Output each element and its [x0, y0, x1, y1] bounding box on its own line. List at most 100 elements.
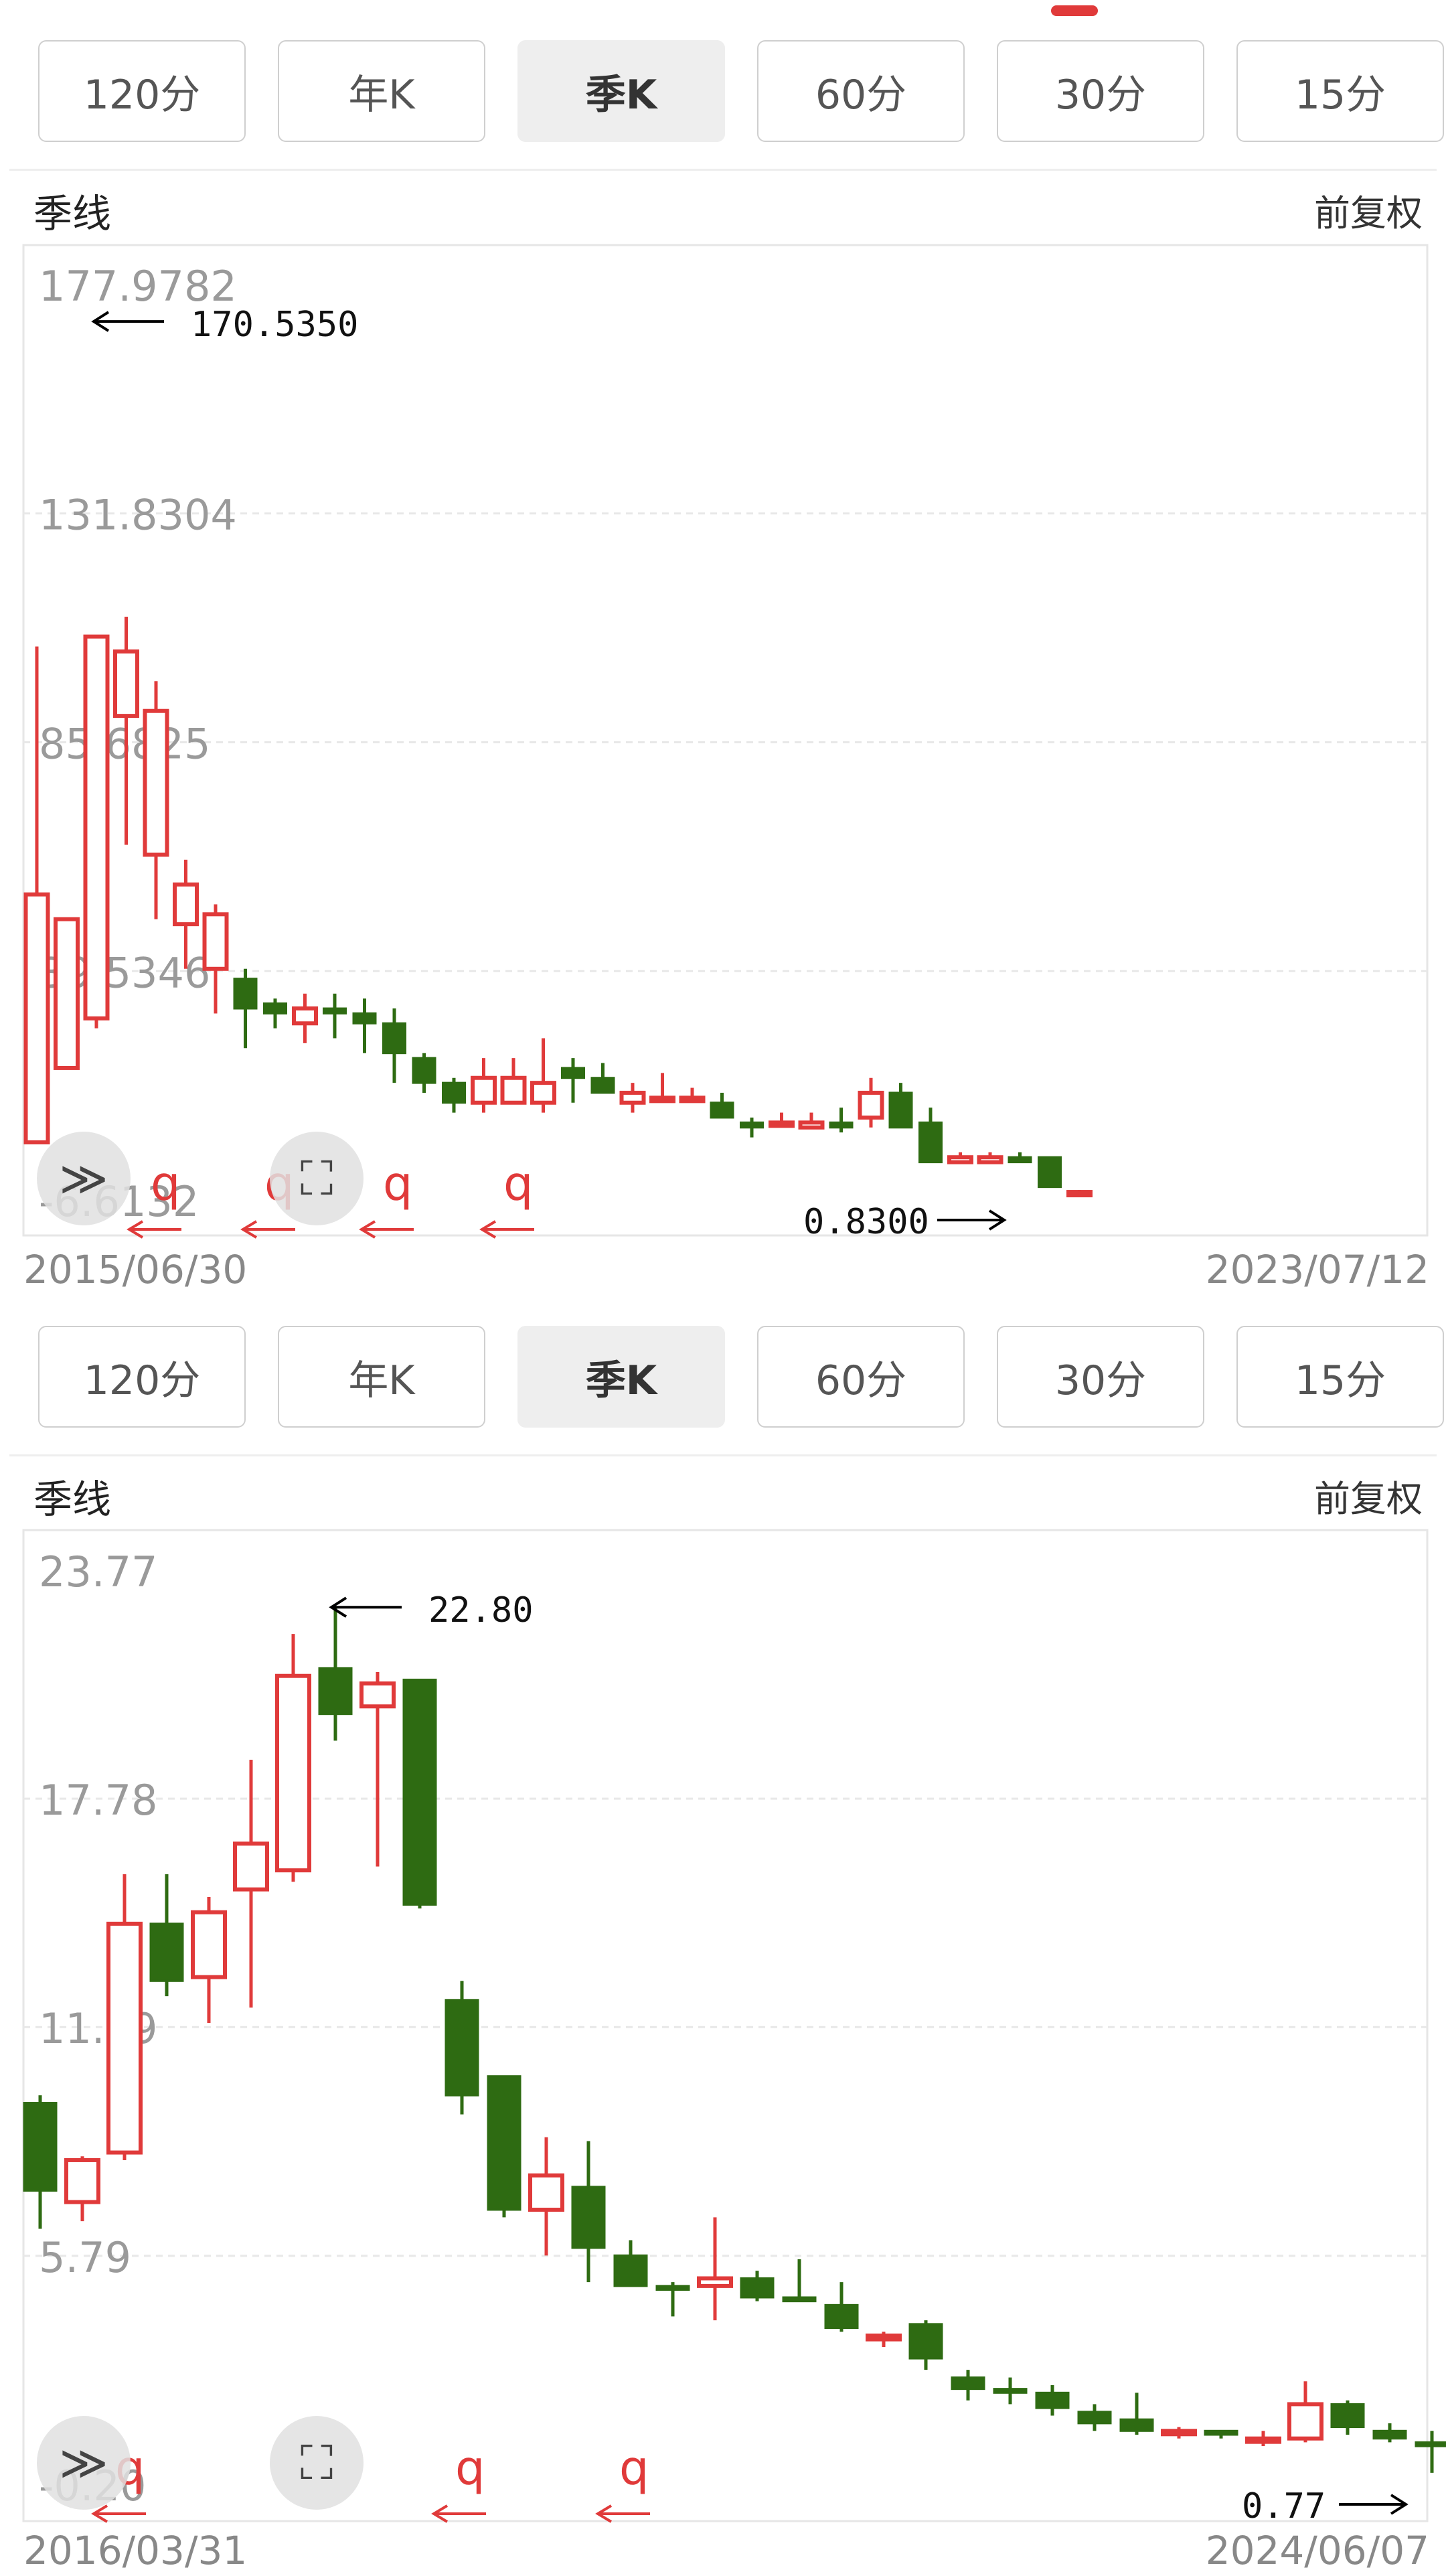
candle-body [798, 1120, 825, 1130]
candle-body [106, 1921, 143, 2155]
candle-body [655, 2285, 690, 2291]
candle-body [908, 2323, 943, 2360]
candle [149, 1874, 184, 1997]
candle [613, 2240, 648, 2287]
candle [1119, 2393, 1154, 2435]
candle [352, 998, 377, 1053]
candle-body [951, 2376, 985, 2391]
candle [106, 1874, 143, 2160]
candle-body [83, 634, 110, 1020]
candle [528, 2137, 564, 2256]
candle [798, 1112, 825, 1130]
chart-frame [22, 244, 1429, 1237]
chart-frame [22, 1529, 1429, 2522]
candle [1287, 2381, 1323, 2443]
candle-body [918, 1121, 943, 1164]
candle-body [1415, 2441, 1446, 2447]
candle-body [64, 2157, 100, 2204]
candle-body [947, 1155, 973, 1164]
candle-body [113, 649, 139, 718]
candle-body [143, 708, 169, 857]
candle [54, 917, 80, 1070]
candle-body [500, 1075, 527, 1105]
max-price-label: 22.80 [428, 1590, 534, 1631]
candle-body [352, 1012, 377, 1025]
candle-body [993, 2388, 1028, 2394]
candlestick-chart-2[interactable]: 23.7717.7811.795.79-0.2022.800.77qqq [0, 1286, 1446, 2576]
candle-body [740, 1121, 764, 1129]
candle-body [275, 1673, 311, 1873]
candle-body [1066, 1190, 1093, 1198]
y-tick-label: 131.8304 [39, 491, 237, 540]
chart-end-date: 2024/06/07 [1205, 2528, 1429, 2573]
candle [829, 1108, 854, 1133]
candle-body [359, 1681, 396, 1709]
candle [1035, 2384, 1070, 2416]
candle-body [1330, 2403, 1365, 2429]
candle [1415, 2431, 1446, 2473]
candle [530, 1038, 556, 1113]
candle-body [1372, 2429, 1407, 2440]
candle [740, 2271, 775, 2301]
chart-start-date: 2016/03/31 [23, 2528, 248, 2573]
candle [359, 1672, 396, 1867]
candle-body [888, 1091, 913, 1129]
candle-body [769, 1120, 795, 1128]
expand-sidebar-icon[interactable]: ≫ [37, 1132, 131, 1225]
candlestick-chart-1[interactable]: 177.9782131.830485.682539.5346-6.6132170… [0, 0, 1446, 1292]
candle [233, 1760, 269, 2008]
candle-body [471, 1075, 497, 1105]
candle [1372, 2423, 1407, 2443]
candle-body [561, 1067, 585, 1079]
candle-body [1119, 2418, 1154, 2432]
candle [1077, 2404, 1112, 2431]
candle [318, 1607, 353, 1741]
min-price-label: 0.8300 [803, 1202, 929, 1242]
y-tick-label: 5.79 [39, 2233, 131, 2282]
candle [977, 1152, 1003, 1164]
candle-body [23, 892, 50, 1144]
candle-body [233, 978, 258, 1010]
candle [649, 1073, 675, 1104]
candle [233, 968, 258, 1049]
candle-body [866, 2333, 902, 2342]
chart-panel-2: 120分 年K 季K 60分 30分 15分 季线 前复权 23.77 17.78… [0, 1286, 1446, 2576]
candle [402, 1678, 437, 1909]
candle [1245, 2431, 1281, 2447]
candle-body [487, 2075, 521, 2211]
candle [740, 1117, 764, 1138]
candle-body [528, 2173, 564, 2212]
candle [487, 2075, 521, 2218]
candle-body [442, 1081, 466, 1104]
candle [23, 2095, 58, 2229]
candle-body [318, 1667, 353, 1716]
candle [382, 1008, 406, 1083]
fullscreen-icon[interactable]: ⛶ [270, 2416, 364, 2510]
candle-body [619, 1090, 646, 1105]
candle [619, 1083, 646, 1113]
expand-sidebar-icon[interactable]: ≫ [37, 2416, 131, 2510]
candle-body [23, 2102, 58, 2192]
candle [263, 998, 287, 1029]
candle [908, 2320, 943, 2370]
candle [1204, 2429, 1238, 2439]
fullscreen-icon[interactable]: ⛶ [270, 1132, 364, 1225]
candle [824, 2282, 859, 2332]
candle-body [402, 1678, 437, 1906]
q-annotation-label: q [151, 1156, 180, 1211]
candle [292, 993, 318, 1043]
candle-body [202, 912, 229, 971]
candle [412, 1053, 436, 1093]
candle [655, 2282, 690, 2317]
candle-body [263, 1002, 287, 1014]
q-annotation-label: q [503, 1156, 533, 1211]
candle [1161, 2427, 1197, 2439]
candle [993, 2377, 1028, 2405]
candle [1008, 1152, 1032, 1164]
candle-body [233, 1841, 269, 1892]
candle-body [412, 1057, 436, 1084]
q-annotation-label: q [383, 1156, 412, 1211]
candle [275, 1634, 311, 1882]
candle [710, 1092, 734, 1119]
candle-body [1077, 2411, 1112, 2425]
